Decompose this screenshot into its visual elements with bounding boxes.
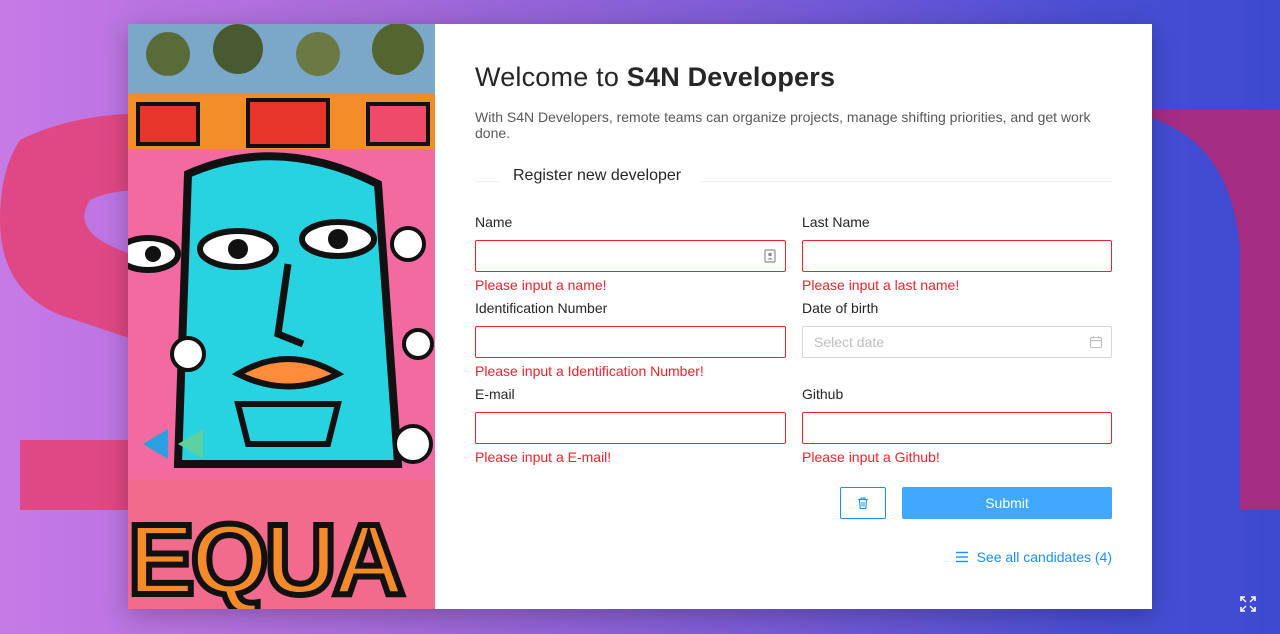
github-error: Please input a Github!	[802, 449, 940, 465]
contact-card-icon[interactable]	[763, 249, 777, 263]
brand-name: S4N Developers	[626, 62, 836, 92]
last-name-input[interactable]	[802, 240, 1112, 272]
email-error: Please input a E-mail!	[475, 449, 612, 465]
registration-form: Name Please input a name! Last Name Plea…	[475, 213, 1112, 471]
page-title: Welcome to S4N Developers	[475, 62, 836, 92]
see-all-candidates-link[interactable]: See all candidates (4)	[955, 549, 1112, 565]
email-input[interactable]	[475, 412, 786, 444]
email-field-group: E-mail Please input a E-mail!	[475, 385, 786, 471]
identification-field-group: Identification Number Please input a Ide…	[475, 299, 786, 385]
svg-text:EQUA: EQUA	[128, 504, 403, 609]
name-label: Name	[475, 214, 513, 230]
registration-card: EQUA Welcome to S4N Developers With S4N …	[128, 24, 1152, 609]
date-placeholder: Select date	[814, 334, 885, 350]
mural-image: EQUA	[128, 24, 435, 609]
section-title: Register new developer	[513, 167, 682, 184]
form-actions: Submit	[840, 487, 1112, 519]
see-all-label: See all candidates (4)	[976, 549, 1112, 565]
github-label: Github	[802, 386, 844, 402]
list-icon	[955, 551, 968, 563]
fullscreen-icon[interactable]	[1240, 596, 1256, 612]
github-field-group: Github Please input a Github!	[802, 385, 1112, 471]
section-divider: Register new developer	[475, 165, 1112, 195]
last-name-field-group: Last Name Please input a last name!	[802, 213, 1112, 299]
form-panel: Welcome to S4N Developers With S4N Devel…	[435, 24, 1152, 609]
email-label: E-mail	[475, 386, 515, 402]
date-of-birth-label: Date of birth	[802, 300, 879, 316]
last-name-label: Last Name	[802, 214, 870, 230]
date-of-birth-picker[interactable]: Select date	[802, 326, 1112, 358]
page-description: With S4N Developers, remote teams can or…	[475, 109, 1091, 141]
calendar-icon[interactable]	[1089, 335, 1103, 349]
name-error: Please input a name!	[475, 277, 607, 293]
identification-error: Please input a Identification Number!	[475, 363, 704, 379]
name-field-group: Name Please input a name!	[475, 213, 786, 299]
trash-icon	[858, 497, 868, 510]
last-name-error: Please input a last name!	[802, 277, 960, 293]
submit-button[interactable]: Submit	[902, 487, 1112, 519]
delete-button[interactable]	[840, 487, 886, 519]
date-of-birth-field-group: Date of birth Select date	[802, 299, 1112, 385]
github-input[interactable]	[802, 412, 1112, 444]
name-input[interactable]	[475, 240, 786, 272]
identification-label: Identification Number	[475, 300, 608, 316]
identification-input[interactable]	[475, 326, 786, 358]
